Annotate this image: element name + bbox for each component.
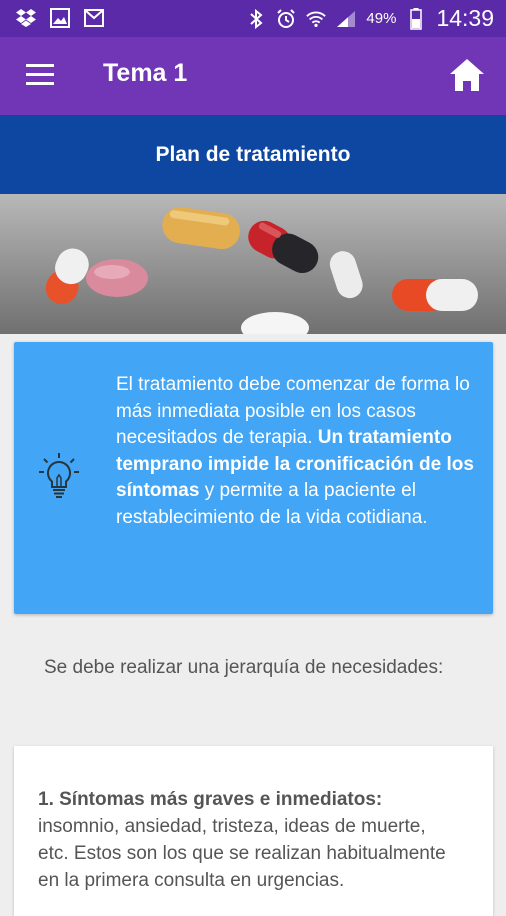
status-bar-notifications	[16, 8, 104, 28]
symptoms-card-text: 1. Síntomas más graves e inmediatos: ins…	[38, 786, 458, 894]
info-card: El tratamiento debe comenzar de forma lo…	[14, 342, 493, 614]
app-bar: Tema 1	[0, 37, 506, 115]
home-icon[interactable]	[448, 57, 486, 93]
pills-illustration	[0, 194, 506, 334]
symptoms-text: insomnio, ansiedad, tristeza, ideas de m…	[38, 816, 446, 891]
symptoms-heading: 1. Síntomas más graves e inmediatos:	[38, 789, 383, 810]
wifi-icon	[306, 9, 327, 29]
image-icon	[50, 8, 70, 28]
status-bar-system: 49% 14:39	[246, 5, 494, 32]
page-title: Tema 1	[103, 59, 188, 87]
battery-icon	[406, 7, 426, 30]
alarm-icon	[276, 8, 296, 29]
symptoms-card: 1. Síntomas más graves e inmediatos: ins…	[14, 746, 493, 916]
hamburger-menu-icon[interactable]	[26, 64, 54, 86]
section-header: Plan de tratamiento	[0, 115, 506, 194]
clock-time: 14:39	[436, 5, 494, 31]
section-title: Plan de tratamiento	[155, 142, 351, 166]
dropbox-icon	[16, 8, 36, 28]
battery-percent: 49%	[366, 10, 397, 27]
signal-icon	[336, 9, 356, 29]
pills-hero-image	[0, 194, 506, 334]
bluetooth-icon	[246, 8, 266, 29]
status-bar: 49% 14:39	[0, 0, 506, 37]
gmail-icon	[84, 8, 104, 28]
needs-paragraph: Se debe realizar una jerarquía de necesi…	[44, 657, 444, 678]
lightbulb-icon	[38, 452, 80, 500]
info-text: El tratamiento debe comenzar de forma lo…	[116, 372, 476, 532]
